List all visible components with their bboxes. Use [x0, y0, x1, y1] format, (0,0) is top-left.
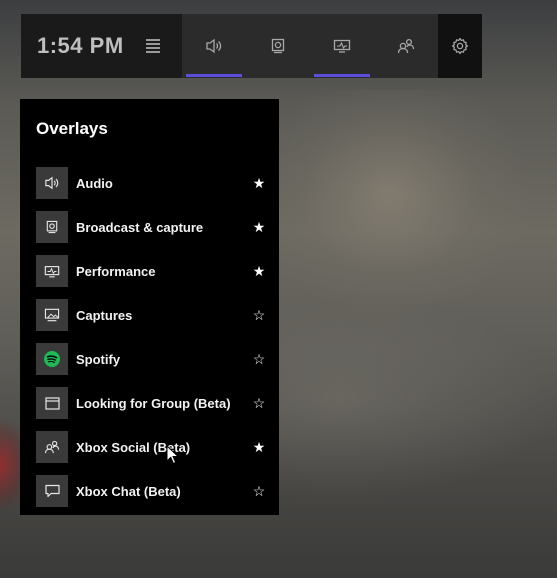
game-bar: 1:54 PM: [21, 14, 482, 78]
gallery-icon: [44, 308, 60, 322]
social-icon: [44, 440, 60, 454]
social-widget-button[interactable]: [374, 14, 438, 78]
item-icon-box: [36, 431, 68, 463]
overlays-panel: Overlays Audio ★ Broadcast & capture ★ P…: [20, 99, 279, 515]
speaker-icon: [45, 176, 59, 190]
panel-title: Overlays: [36, 119, 108, 138]
settings-button[interactable]: [438, 14, 482, 78]
favorite-star-icon[interactable]: ★: [252, 263, 266, 280]
favorite-star-icon[interactable]: ★: [252, 219, 266, 236]
clock-time: 1:54 PM: [37, 33, 124, 58]
performance-icon: [44, 265, 60, 277]
capture-widget-button[interactable]: [246, 14, 310, 78]
item-icon-box: [36, 255, 68, 287]
gear-icon: [451, 37, 469, 55]
overlay-item-audio[interactable]: Audio ★: [36, 167, 266, 199]
item-icon-box: [36, 299, 68, 331]
social-icon: [397, 38, 415, 54]
overlay-item-broadcast-capture[interactable]: Broadcast & capture ★: [36, 211, 266, 243]
favorite-star-icon[interactable]: ☆: [252, 351, 266, 368]
overlay-item-label: Broadcast & capture: [76, 219, 204, 235]
capture-icon: [271, 38, 285, 54]
item-icon-box: [36, 475, 68, 507]
favorite-star-icon[interactable]: ☆: [252, 395, 266, 412]
overlay-item-label: Xbox Social (Beta): [76, 439, 191, 455]
favorite-star-icon[interactable]: ★: [252, 439, 266, 456]
overlay-item-xbox-social[interactable]: Xbox Social (Beta) ★: [36, 431, 266, 463]
overlay-item-spotify[interactable]: Spotify ☆: [36, 343, 266, 375]
clock-area: 1:54 PM: [21, 14, 182, 78]
item-icon-box: [36, 211, 68, 243]
audio-widget-button[interactable]: [182, 14, 246, 78]
mouse-cursor-icon: [166, 445, 180, 465]
favorite-star-icon[interactable]: ★: [252, 175, 266, 192]
overlay-item-label: Xbox Chat (Beta): [76, 483, 181, 499]
background-cloud: [250, 90, 530, 320]
overlay-item-label: Spotify: [76, 351, 121, 367]
overlay-item-label: Captures: [76, 307, 133, 323]
item-icon-box: [36, 343, 68, 375]
spotify-icon: [44, 351, 60, 367]
favorite-star-icon[interactable]: ☆: [252, 307, 266, 324]
overlay-item-xbox-chat[interactable]: Xbox Chat (Beta) ☆: [36, 475, 266, 507]
overlay-item-captures[interactable]: Captures ☆: [36, 299, 266, 331]
performance-widget-button[interactable]: [310, 14, 374, 78]
overlay-item-label: Performance: [76, 263, 156, 279]
overlay-item-label: Audio: [76, 175, 113, 191]
chat-icon: [44, 484, 60, 498]
overlay-item-looking-for-group[interactable]: Looking for Group (Beta) ☆: [36, 387, 266, 419]
favorite-star-icon[interactable]: ☆: [252, 483, 266, 500]
speaker-icon: [206, 38, 222, 54]
overlay-item-performance[interactable]: Performance ★: [36, 255, 266, 287]
item-icon-box: [36, 167, 68, 199]
window-icon: [44, 396, 60, 410]
overlay-item-label: Looking for Group (Beta): [76, 395, 231, 411]
menu-icon[interactable]: [146, 39, 160, 55]
widget-bar: [182, 14, 438, 78]
item-icon-box: [36, 387, 68, 419]
performance-icon: [333, 39, 351, 53]
capture-icon: [46, 220, 58, 234]
